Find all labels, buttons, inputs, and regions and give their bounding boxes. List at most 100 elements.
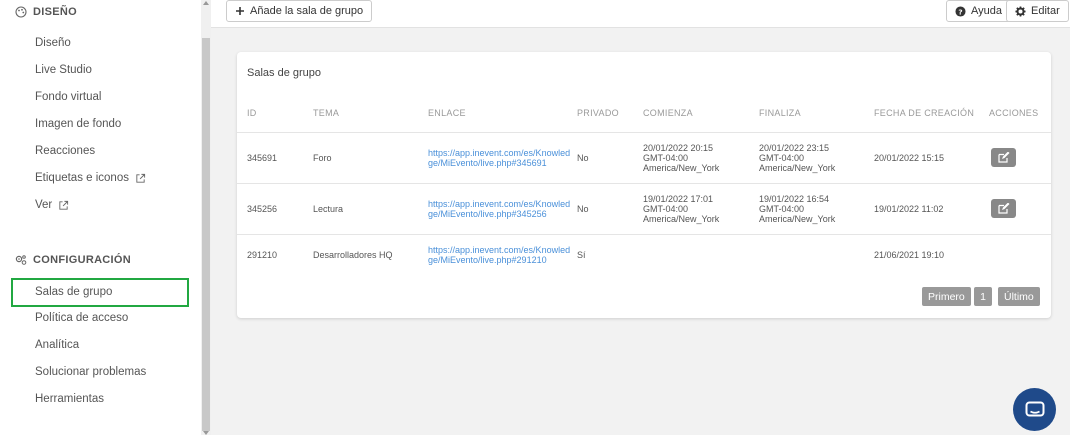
- end-tz: GMT-04:00: [759, 153, 805, 163]
- add-breakout-room-button[interactable]: Añade la sala de grupo: [226, 0, 373, 22]
- column-header-tema: TEMA: [313, 108, 340, 118]
- start-region: America/New_York: [643, 214, 720, 224]
- question-circle-icon: ?: [955, 5, 966, 17]
- link-line: https://app.inevent.com/es/Knowled: [428, 245, 571, 255]
- edit-icon: [997, 152, 1009, 163]
- cell-comienza: 19/01/2022 17:01 GMT-04:00 America/New_Y…: [643, 194, 719, 224]
- cell-tema: Foro: [313, 153, 332, 163]
- sidebar-item-label: Ver: [35, 199, 53, 211]
- link-line: ge/MiEvento/live.php#345256: [428, 209, 547, 219]
- start-tz: GMT-04:00: [643, 153, 689, 163]
- scroll-up-icon[interactable]: [203, 1, 209, 5]
- plus-icon: [236, 7, 244, 15]
- column-header-enlace: ENLACE: [428, 108, 466, 118]
- cell-finaliza: 20/01/2022 23:15 GMT-04:00 America/New_Y…: [759, 143, 835, 173]
- external-link-icon: [136, 173, 146, 183]
- cell-privado: No: [577, 153, 589, 163]
- cell-fecha-creacion: 19/01/2022 11:02: [874, 204, 944, 214]
- edit-icon: [997, 203, 1009, 214]
- column-header-fecha-creacion: FECHA DE CREACIÓN: [874, 108, 975, 118]
- card-title: Salas de grupo: [247, 67, 321, 79]
- sidebar-item-label: Analítica: [35, 339, 80, 351]
- sidebar-item-diseno[interactable]: Diseño: [35, 35, 71, 51]
- sidebar-item-politica-de-acceso[interactable]: Política de acceso: [35, 310, 128, 326]
- sidebar: DISEÑO Diseño Live Studio Fondo virtual …: [0, 0, 201, 435]
- link-line: https://app.inevent.com/es/Knowled: [428, 148, 571, 158]
- palette-icon: [15, 6, 27, 18]
- column-header-acciones: ACCIONES: [989, 108, 1039, 118]
- link-line: ge/MiEvento/live.php#291210: [428, 255, 547, 265]
- edit-button-label: Editar: [1031, 5, 1060, 17]
- scroll-down-icon[interactable]: [203, 431, 209, 435]
- cell-link[interactable]: https://app.inevent.com/es/Knowled ge/Mi…: [428, 245, 570, 265]
- svg-text:?: ?: [958, 7, 962, 16]
- pagination-page-button[interactable]: 1: [974, 287, 992, 306]
- sidebar-item-label: Política de acceso: [35, 312, 129, 324]
- cell-privado: Sí: [577, 250, 586, 260]
- cell-tema: Lectura: [313, 204, 344, 214]
- config-section-heading: CONFIGURACIÓN: [15, 254, 131, 266]
- cell-id: 291210: [247, 250, 278, 260]
- edit-button[interactable]: Editar: [1006, 0, 1069, 22]
- external-link-icon: [59, 200, 69, 210]
- sidebar-item-salas-de-grupo[interactable]: Salas de grupo: [35, 284, 112, 300]
- row-divider: [237, 183, 1051, 184]
- sidebar-item-label: Solucionar problemas: [35, 366, 147, 378]
- chat-launcher-button[interactable]: [1013, 388, 1056, 431]
- config-heading-label: CONFIGURACIÓN: [33, 254, 132, 266]
- edit-row-button[interactable]: [991, 148, 1016, 167]
- end-region: America/New_York: [759, 163, 836, 173]
- sidebar-item-label: Diseño: [35, 37, 71, 49]
- cell-link[interactable]: https://app.inevent.com/es/Knowled ge/Mi…: [428, 148, 570, 168]
- start-tz: GMT-04:00: [643, 204, 689, 214]
- design-heading-label: DISEÑO: [33, 6, 77, 18]
- gears-icon: [15, 255, 27, 265]
- sidebar-item-herramientas[interactable]: Herramientas: [35, 391, 104, 407]
- cell-finaliza: 19/01/2022 16:54 GMT-04:00 America/New_Y…: [759, 194, 835, 224]
- help-button-label: Ayuda: [971, 5, 1002, 17]
- sidebar-item-label: Live Studio: [35, 64, 92, 76]
- cell-id: 345691: [247, 153, 278, 163]
- row-divider: [237, 132, 1051, 133]
- chat-icon: [1025, 401, 1044, 416]
- pagination-last-button[interactable]: Último: [998, 287, 1040, 306]
- link-line: https://app.inevent.com/es/Knowled: [428, 199, 571, 209]
- add-button-label: Añade la sala de grupo: [250, 5, 364, 17]
- sidebar-item-solucionar-problemas[interactable]: Solucionar problemas: [35, 364, 146, 380]
- end-region: America/New_York: [759, 214, 836, 224]
- sidebar-item-label: Herramientas: [35, 393, 105, 405]
- cell-tema: Desarrolladores HQ: [313, 250, 393, 260]
- sidebar-item-live-studio[interactable]: Live Studio: [35, 62, 92, 78]
- sidebar-item-reacciones[interactable]: Reacciones: [35, 143, 95, 159]
- row-divider: [237, 234, 1051, 235]
- sidebar-item-label: Salas de grupo: [35, 286, 113, 298]
- start-date: 20/01/2022 20:15: [643, 143, 714, 153]
- end-tz: GMT-04:00: [759, 204, 805, 214]
- sidebar-item-label: Fondo virtual: [35, 91, 102, 103]
- breakout-rooms-card: Salas de grupo ID TEMA ENLACE PRIVADO CO…: [237, 52, 1051, 318]
- sidebar-item-fondo-virtual[interactable]: Fondo virtual: [35, 89, 101, 105]
- gear-icon: [1015, 5, 1026, 17]
- cell-comienza: 20/01/2022 20:15 GMT-04:00 America/New_Y…: [643, 143, 719, 173]
- help-button[interactable]: ? Ayuda: [946, 0, 1011, 22]
- sidebar-item-ver[interactable]: Ver: [35, 197, 69, 213]
- column-header-privado: PRIVADO: [577, 108, 619, 118]
- end-date: 19/01/2022 16:54: [759, 194, 830, 204]
- cell-fecha-creacion: 20/01/2022 15:15: [874, 153, 945, 163]
- sidebar-item-analitica[interactable]: Analítica: [35, 337, 79, 353]
- cell-privado: No: [577, 204, 589, 214]
- design-section-heading: DISEÑO: [15, 6, 77, 18]
- link-line: ge/MiEvento/live.php#345691: [428, 158, 547, 168]
- column-header-comienza: COMIENZA: [643, 108, 693, 118]
- top-toolbar: Añade la sala de grupo ? Ayuda Editar: [211, 0, 1070, 28]
- scrollbar-thumb[interactable]: [202, 38, 210, 431]
- sidebar-item-etiquetas[interactable]: Etiquetas e iconos: [35, 170, 146, 186]
- cell-id: 345256: [247, 204, 278, 214]
- cell-link[interactable]: https://app.inevent.com/es/Knowled ge/Mi…: [428, 199, 570, 219]
- pagination-first-button[interactable]: Primero: [922, 287, 971, 306]
- sidebar-item-imagen-de-fondo[interactable]: Imagen de fondo: [35, 116, 121, 132]
- edit-row-button[interactable]: [991, 199, 1016, 218]
- column-header-id: ID: [247, 108, 257, 118]
- sidebar-item-label: Etiquetas e iconos: [35, 172, 129, 184]
- sidebar-item-label: Imagen de fondo: [35, 118, 122, 130]
